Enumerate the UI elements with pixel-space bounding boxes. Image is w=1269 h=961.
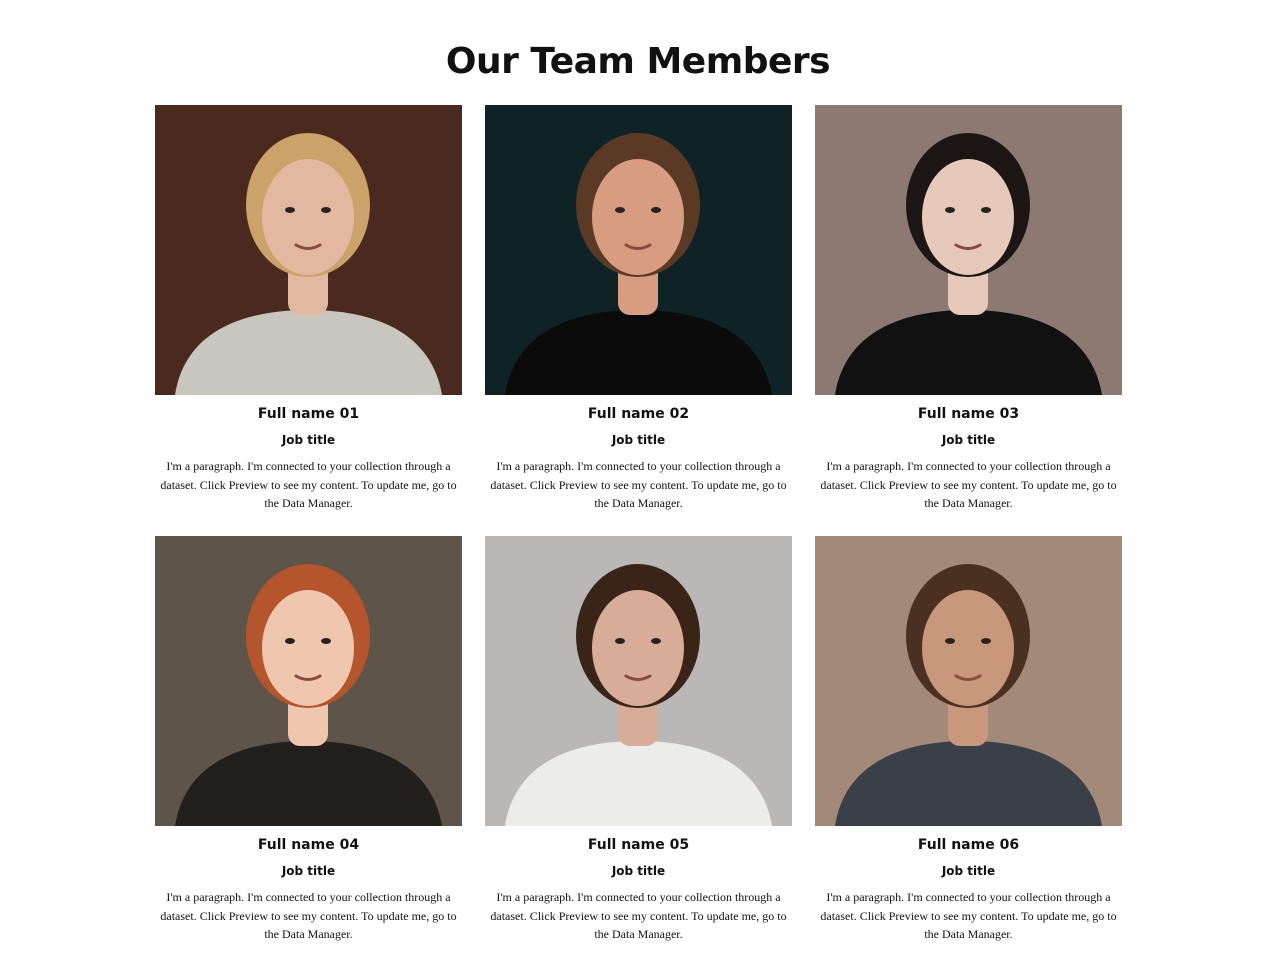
member-card[interactable]: Full name 05 Job title I'm a paragraph. …	[485, 536, 792, 947]
member-photo[interactable]	[815, 536, 1122, 826]
member-card[interactable]: Full name 02 Job title I'm a paragraph. …	[485, 105, 792, 516]
portrait-eye-right	[321, 638, 331, 644]
member-photo[interactable]	[155, 536, 462, 826]
member-photo[interactable]	[485, 105, 792, 395]
member-bio: I'm a paragraph. I'm connected to your c…	[490, 890, 787, 941]
portrait-eye-left	[945, 207, 955, 213]
portrait-eye-left	[615, 207, 625, 213]
member-photo[interactable]	[155, 105, 462, 395]
member-card[interactable]: Full name 06 Job title I'm a paragraph. …	[815, 536, 1122, 947]
member-job-title: Job title	[281, 864, 336, 878]
portrait-face	[592, 159, 684, 275]
portrait-face	[262, 159, 354, 275]
member-photo[interactable]	[485, 536, 792, 826]
page-title: Our Team Members	[445, 41, 831, 82]
portrait-eye-left	[945, 638, 955, 644]
portrait-image	[815, 536, 1122, 826]
member-name: Full name 06	[917, 837, 1020, 853]
portrait-eye-left	[615, 638, 625, 644]
portrait-eye-right	[981, 638, 991, 644]
member-bio: I'm a paragraph. I'm connected to your c…	[490, 459, 787, 510]
member-job-title: Job title	[941, 864, 996, 878]
portrait-eye-right	[321, 207, 331, 213]
portrait-face	[592, 590, 684, 706]
portrait-face	[922, 590, 1014, 706]
portrait-image	[815, 105, 1122, 395]
member-name: Full name 03	[917, 406, 1020, 422]
portrait-eye-right	[981, 207, 991, 213]
member-job-title: Job title	[611, 864, 666, 878]
portrait-image	[155, 536, 462, 826]
portrait-eye-left	[285, 207, 295, 213]
member-name: Full name 02	[587, 406, 690, 422]
portrait-image	[485, 105, 792, 395]
member-job-title: Job title	[941, 433, 996, 447]
portrait-image	[485, 536, 792, 826]
member-name: Full name 04	[257, 837, 360, 853]
member-job-title: Job title	[611, 433, 666, 447]
member-bio: I'm a paragraph. I'm connected to your c…	[160, 459, 457, 510]
member-card[interactable]: Full name 04 Job title I'm a paragraph. …	[155, 536, 462, 947]
member-job-title: Job title	[281, 433, 336, 447]
member-bio: I'm a paragraph. I'm connected to your c…	[820, 890, 1117, 941]
team-grid: Full name 01 Job title I'm a paragraph. …	[155, 105, 1122, 947]
member-photo[interactable]	[815, 105, 1122, 395]
member-bio: I'm a paragraph. I'm connected to your c…	[820, 459, 1117, 510]
portrait-face	[922, 159, 1014, 275]
member-card[interactable]: Full name 01 Job title I'm a paragraph. …	[155, 105, 462, 516]
portrait-face	[262, 590, 354, 706]
member-card[interactable]: Full name 03 Job title I'm a paragraph. …	[815, 105, 1122, 516]
portrait-image	[155, 105, 462, 395]
member-name: Full name 01	[257, 406, 360, 422]
portrait-eye-right	[651, 638, 661, 644]
member-bio: I'm a paragraph. I'm connected to your c…	[160, 890, 457, 941]
member-name: Full name 05	[587, 837, 690, 853]
portrait-eye-right	[651, 207, 661, 213]
portrait-eye-left	[285, 638, 295, 644]
